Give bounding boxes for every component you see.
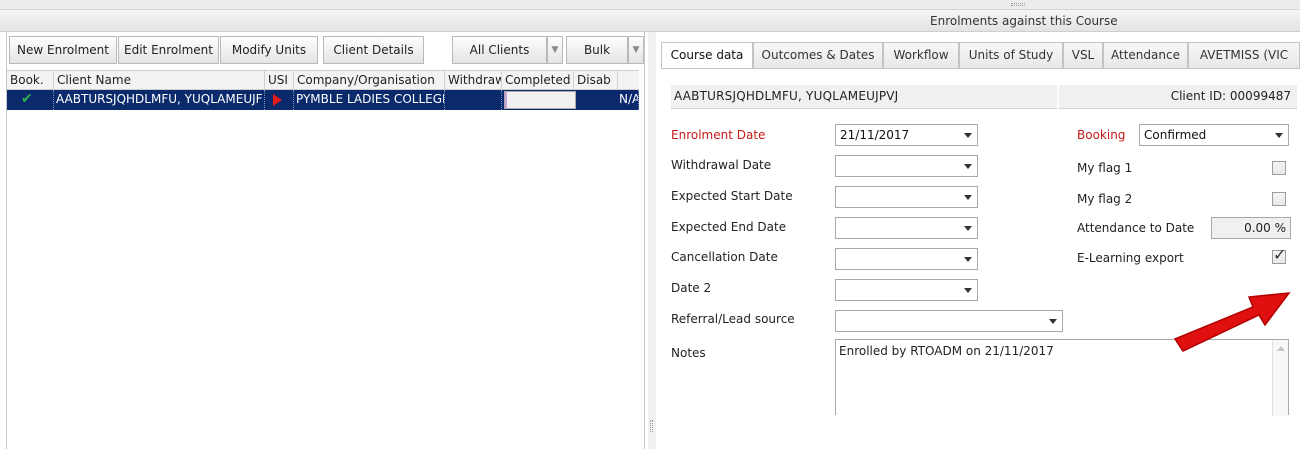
tab-avetmiss[interactable]: AVETMISS (VIC — [1188, 42, 1300, 68]
panel-titlebar: Enrolments against this Course — [0, 10, 1300, 32]
elearning-export-label: E-Learning export — [1077, 251, 1184, 265]
course-data-panel: AABTURSJQHDLMFU, YUQLAMEUJPVJ Client ID:… — [661, 68, 1300, 449]
client-name-text: AABTURSJQHDLMFU, YUQLAMEUJPVJ — [674, 89, 899, 103]
tab-workflow[interactable]: Workflow — [883, 42, 959, 68]
expected-end-date-label: Expected End Date — [671, 220, 787, 234]
edit-enrolment-button[interactable]: Edit Enrolment — [118, 36, 219, 64]
chevron-down-icon — [1049, 319, 1057, 324]
tab-vsl[interactable]: VSL — [1063, 42, 1103, 68]
client-filter-select[interactable]: All Clients — [452, 36, 547, 64]
my-flag1-label: My flag 1 — [1077, 161, 1133, 175]
withdrawn-cell — [445, 90, 502, 110]
col-header-company[interactable]: Company/Organisation — [294, 71, 445, 90]
book-cell: ✔ — [7, 90, 54, 110]
bulk-dropdown-icon[interactable]: ▼ — [628, 36, 644, 64]
col-header-withdrawn[interactable]: Withdraw — [445, 71, 502, 90]
tab-course-data[interactable]: Course data — [661, 42, 753, 69]
bulk-button[interactable]: Bulk — [566, 36, 628, 64]
checkmark-icon: ✓ — [1273, 245, 1287, 264]
referral-source-select[interactable] — [835, 310, 1063, 332]
chevron-down-icon — [964, 288, 972, 293]
enrolment-date-label: Enrolment Date — [671, 128, 766, 142]
my-flag2-label: My flag 2 — [1077, 192, 1133, 206]
referral-source-label: Referral/Lead source — [671, 312, 795, 326]
expected-end-date-field[interactable] — [835, 217, 978, 239]
panel-title: Enrolments against this Course — [930, 14, 1118, 28]
client-details-button[interactable]: Client Details — [323, 36, 424, 64]
enrolment-list-pane: New Enrolment Edit Enrolment Modify Unit… — [6, 32, 645, 449]
col-header-usi[interactable]: USI — [265, 71, 294, 90]
elearning-export-checkbox[interactable]: ✓ — [1272, 245, 1286, 264]
attendance-to-date-field[interactable]: 0.00 % — [1211, 217, 1291, 239]
my-flag2-checkbox[interactable] — [1272, 192, 1286, 206]
col-header-client-name[interactable]: Client Name — [54, 71, 265, 90]
booking-select[interactable]: Confirmed — [1139, 124, 1289, 146]
tab-outcomes-dates[interactable]: Outcomes & Dates — [753, 42, 883, 68]
grid-header: Book. Client Name USI Company/Organisati… — [7, 70, 639, 90]
enrolment-date-field[interactable]: 21/11/2017 — [835, 124, 978, 146]
client-id-text: Client ID: 00099487 — [1170, 89, 1291, 103]
enrolment-detail-pane: Course data Outcomes & Dates Workflow Un… — [657, 32, 1300, 449]
client-id-bar: Client ID: 00099487 — [1059, 85, 1297, 109]
col-header-book[interactable]: Book. — [7, 71, 54, 90]
notes-label: Notes — [671, 346, 706, 360]
notes-text: Enrolled by RTOADM on 21/11/2017 — [839, 344, 1054, 358]
withdrawal-date-field[interactable] — [835, 155, 978, 177]
col-header-completed[interactable]: Completed — [502, 71, 574, 90]
completed-progress-bar — [504, 91, 576, 109]
annotation-arrow-icon — [1173, 292, 1291, 352]
cancellation-date-field[interactable] — [835, 248, 978, 270]
withdrawal-date-label: Withdrawal Date — [671, 158, 772, 172]
chevron-down-icon — [964, 195, 972, 200]
date2-label: Date 2 — [671, 281, 712, 295]
new-enrolment-button[interactable]: New Enrolment — [9, 36, 117, 64]
my-flag1-checkbox[interactable] — [1272, 161, 1286, 175]
usi-flag-icon — [273, 94, 282, 106]
booking-label: Booking — [1077, 128, 1126, 142]
date2-field[interactable] — [835, 279, 978, 301]
chevron-down-icon — [964, 226, 972, 231]
tab-attendance[interactable]: Attendance — [1103, 42, 1188, 68]
chevron-down-icon — [964, 164, 972, 169]
disab-cell: N/A — [617, 90, 639, 110]
expected-start-date-label: Expected Start Date — [671, 189, 793, 203]
expected-start-date-field[interactable] — [835, 186, 978, 208]
attendance-to-date-label: Attendance to Date — [1077, 221, 1195, 235]
col-header-disab[interactable]: Disab — [574, 71, 618, 90]
modify-units-button[interactable]: Modify Units — [220, 36, 318, 64]
tab-units-of-study[interactable]: Units of Study — [959, 42, 1063, 68]
client-name-cell: AABTURSJQHDLMFU, YUQLAMEUJF — [54, 90, 265, 110]
usi-cell — [265, 90, 294, 110]
booked-check-icon: ✔ — [21, 91, 33, 107]
table-row[interactable]: ✔ AABTURSJQHDLMFU, YUQLAMEUJF PYMBLE LAD… — [7, 90, 639, 110]
chevron-down-icon — [1275, 133, 1283, 138]
company-cell: PYMBLE LADIES COLLEGE — [294, 90, 445, 110]
top-strip — [0, 0, 1300, 10]
client-name-bar: AABTURSJQHDLMFU, YUQLAMEUJPVJ — [671, 85, 1057, 109]
resize-grip[interactable] — [1011, 3, 1025, 6]
chevron-down-icon — [964, 133, 972, 138]
pane-splitter[interactable] — [648, 32, 656, 449]
client-filter-dropdown-icon[interactable]: ▼ — [547, 36, 563, 64]
chevron-down-icon — [964, 257, 972, 262]
cancellation-date-label: Cancellation Date — [671, 250, 778, 264]
